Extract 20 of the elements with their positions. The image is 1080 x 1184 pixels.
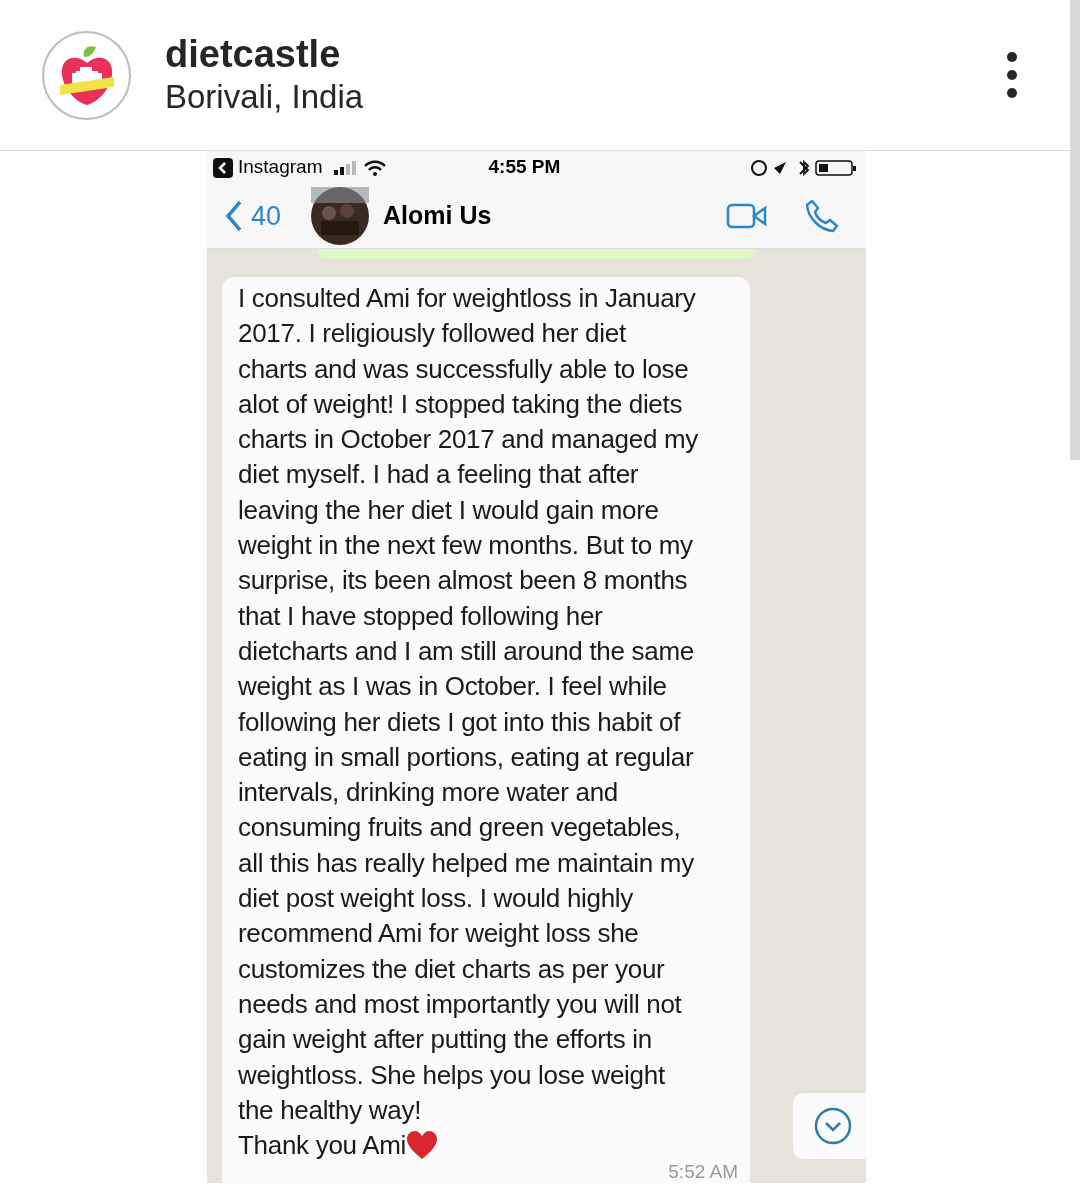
back-chevron-icon[interactable] — [225, 200, 243, 232]
back-count[interactable]: 40 — [251, 195, 282, 237]
phone-call-icon[interactable] — [804, 198, 840, 234]
more-options-icon[interactable] — [1006, 51, 1018, 99]
video-call-icon[interactable] — [726, 203, 768, 229]
back-app-label[interactable]: Instagram — [238, 153, 323, 182]
chevron-down-icon — [814, 1107, 852, 1145]
contact-avatar[interactable] — [311, 187, 370, 245]
location[interactable]: Borivali, India — [165, 76, 364, 118]
username[interactable]: dietcastle — [165, 32, 364, 76]
message-text: I consulted Ami for weightloss in January 2017. I religiously followed her diet charts and was successfully able to lose alot of weight! I stopped taking the diets charts in October 2017 and managed my diet myself. I had a feeling that after leaving the her diet I would gain more weight in the next few months. But to my surprise, its been almost been 8 months that I have stopped following her dietcharts and I am still around the same weight as I was in October. I feel while following her diets I got into this habit of eating in small portions, eating at regular intervals, drinking more water and consuming fruits and green vegetables, all this has really helped me maintain my diet post weight loss. I would highly recommend Ami for weight loss she customizes the diet charts as per your needs and most importantly you will not gain weight after putting the efforts in weightloss. She helps you lose weight the healthy way! Thank you Ami — [238, 282, 700, 1163]
message-time: 5:52 AM — [668, 1161, 738, 1183]
back-app-icon — [213, 157, 233, 178]
wifi-icon — [364, 159, 387, 176]
profile-avatar[interactable] — [42, 30, 131, 120]
status-time: 4:55 PM — [488, 155, 561, 180]
heart-icon — [406, 1130, 439, 1161]
contact-name[interactable]: Alomi Us — [383, 197, 492, 235]
apple-logo-icon — [57, 43, 116, 107]
scroll-down-button[interactable] — [793, 1093, 866, 1159]
